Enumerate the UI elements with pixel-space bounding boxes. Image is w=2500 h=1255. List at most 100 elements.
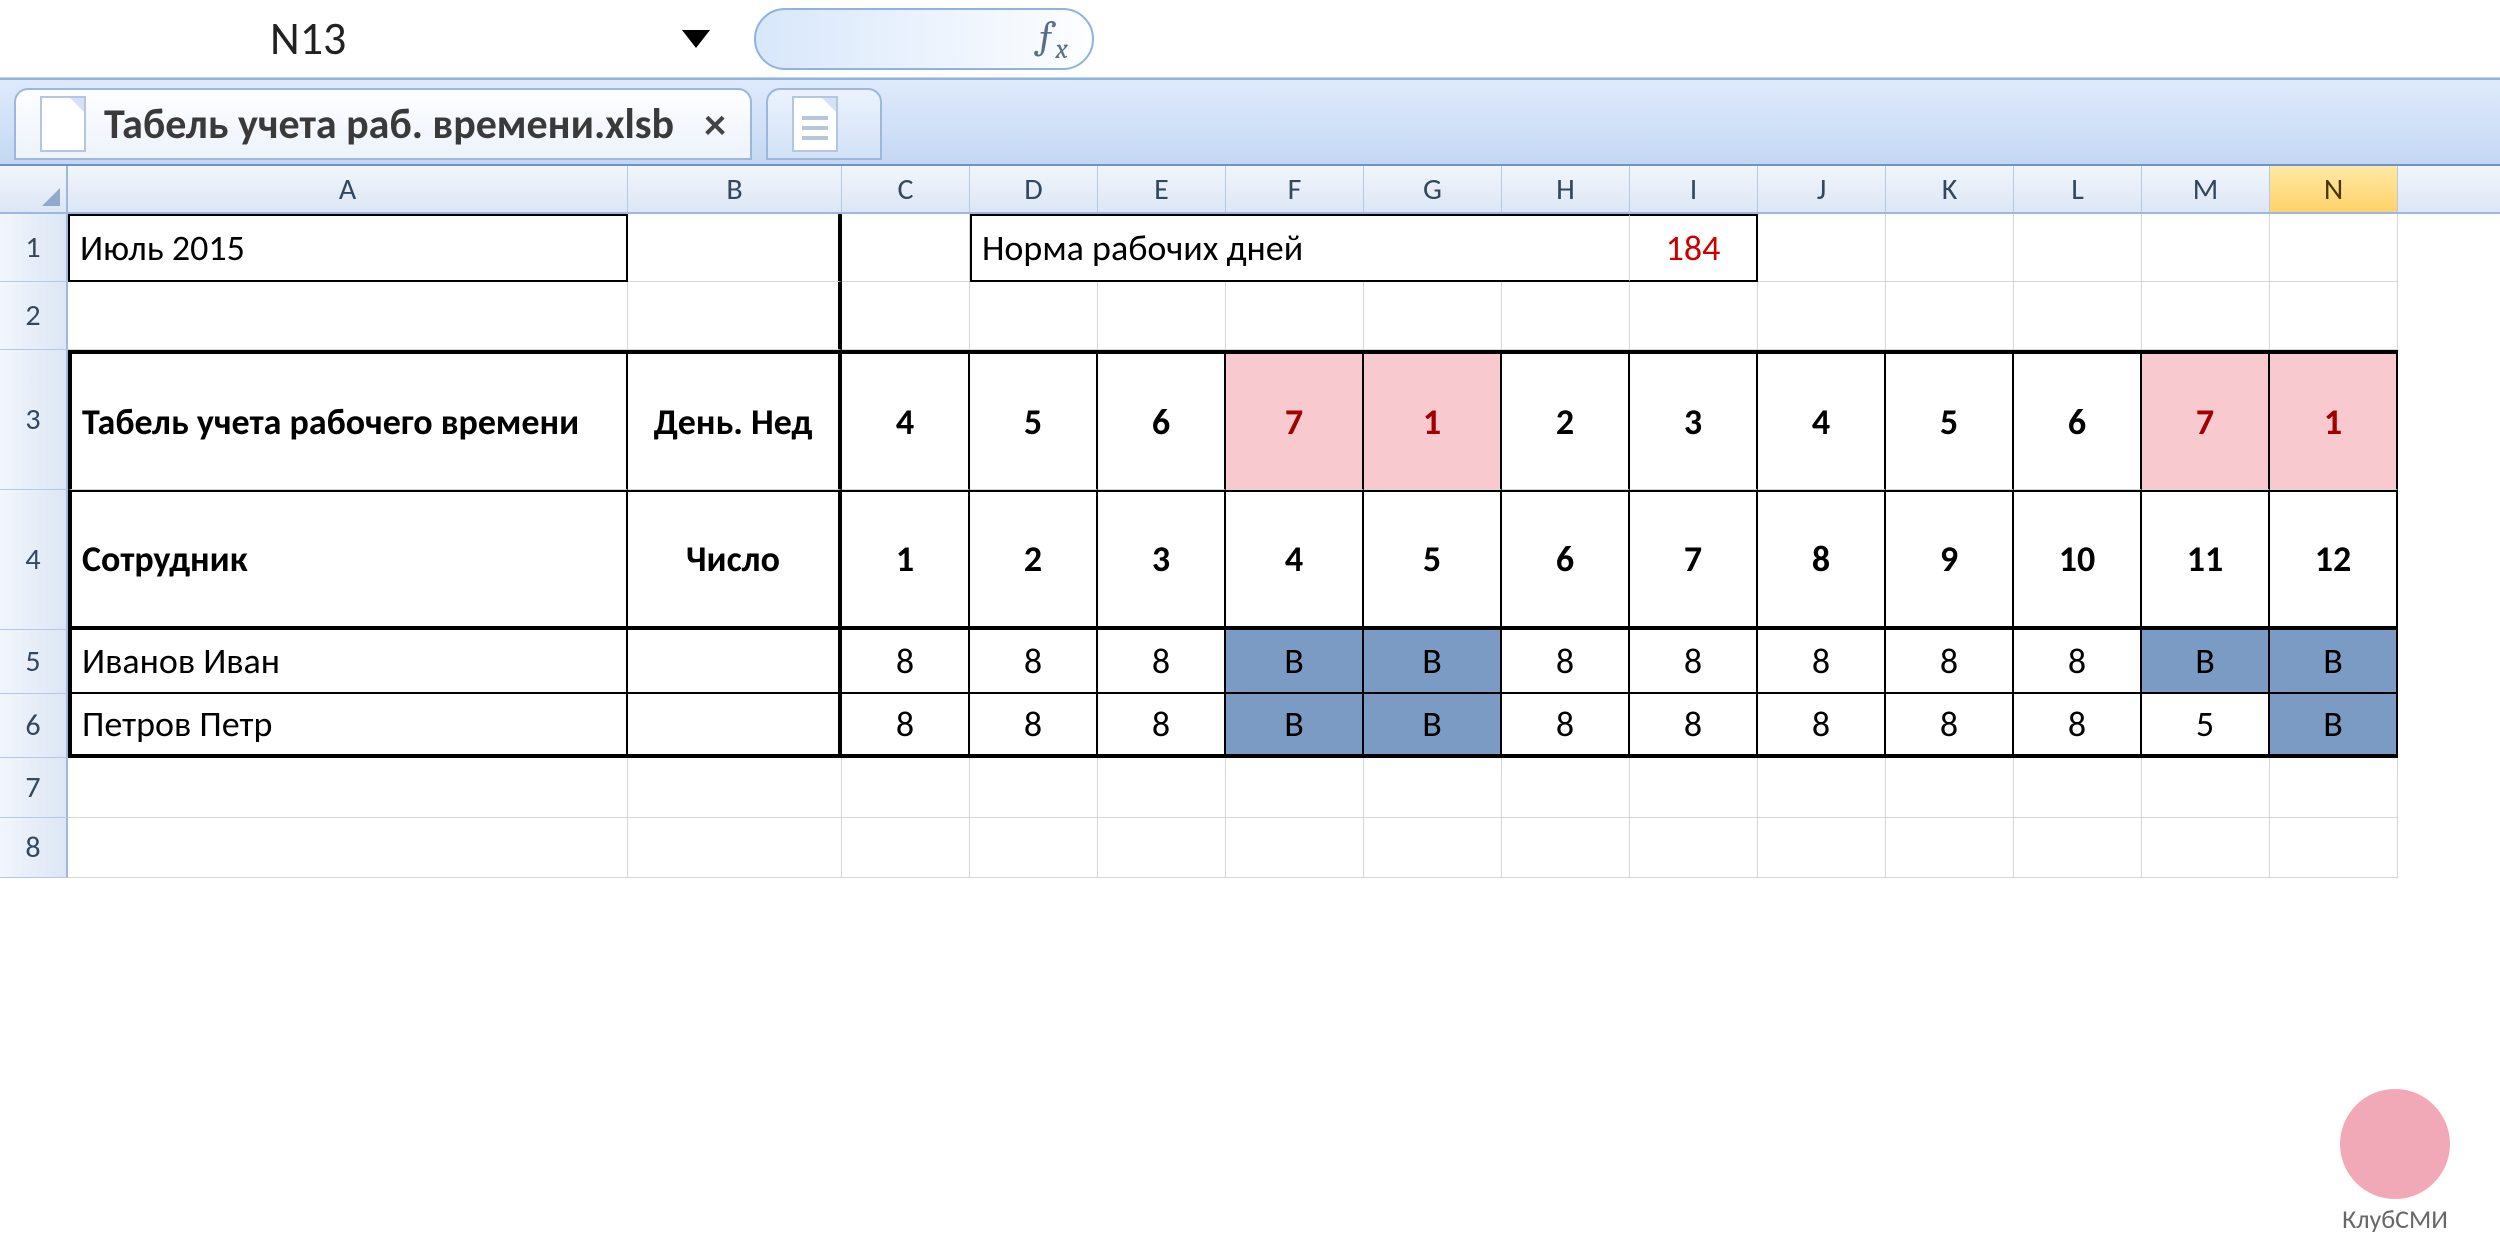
cell[interactable] [2014,818,2142,878]
cell[interactable]: 8 [1630,694,1758,758]
cell[interactable]: 7 [1226,350,1364,490]
cell[interactable]: В [1364,630,1502,694]
cell[interactable] [2014,214,2142,282]
cell[interactable] [1502,758,1630,818]
cell[interactable] [970,818,1098,878]
cell[interactable]: 3 [1630,350,1758,490]
cell[interactable]: 8 [1502,694,1630,758]
cell[interactable] [1630,818,1758,878]
cell[interactable] [970,282,1098,350]
cell[interactable]: 4 [1758,350,1886,490]
cell[interactable]: 1 [842,490,970,630]
cell[interactable]: 8 [1502,630,1630,694]
cell[interactable] [1630,282,1758,350]
cell[interactable] [842,282,970,350]
cell[interactable] [68,818,628,878]
cell[interactable] [2142,282,2270,350]
cell[interactable] [1098,818,1226,878]
cell[interactable]: Табель учета рабочего времени [68,350,628,490]
cell[interactable]: 5 [2142,694,2270,758]
row-header[interactable]: 4 [0,490,68,630]
document-tab-active[interactable]: Табель учета раб. времени.xlsb × [14,88,752,160]
cell[interactable]: 8 [1758,694,1886,758]
cell[interactable]: 8 [1758,490,1886,630]
cell[interactable] [1630,758,1758,818]
cell[interactable]: 2 [970,490,1098,630]
cell[interactable]: 4 [842,350,970,490]
cell[interactable]: 5 [1886,350,2014,490]
column-header-G[interactable]: G [1364,166,1502,212]
column-header-D[interactable]: D [970,166,1098,212]
cell[interactable] [1758,758,1886,818]
cell[interactable] [1758,214,1886,282]
cell[interactable]: 6 [2014,350,2142,490]
cell[interactable]: 5 [1364,490,1502,630]
spreadsheet-grid[interactable]: 1Июль 2015Норма рабочих дней18423Табель … [0,214,2500,878]
cell[interactable]: 8 [1098,630,1226,694]
cell[interactable]: 8 [1886,694,2014,758]
cell[interactable]: Сотрудник [68,490,628,630]
cell[interactable] [1226,282,1364,350]
row-header[interactable]: 5 [0,630,68,694]
cell[interactable] [842,214,970,282]
cell[interactable]: 8 [2014,694,2142,758]
cell[interactable]: Норма рабочих дней [970,214,1630,282]
cell[interactable]: 7 [2142,350,2270,490]
cell[interactable] [1098,282,1226,350]
column-header-L[interactable]: L [2014,166,2142,212]
cell[interactable] [68,758,628,818]
cell[interactable]: Число [628,490,842,630]
cell[interactable] [1364,282,1502,350]
cell[interactable] [2142,758,2270,818]
dropdown-icon[interactable] [682,30,710,48]
cell[interactable] [1886,214,2014,282]
cell[interactable] [2270,758,2398,818]
cell[interactable] [2014,758,2142,818]
column-header-B[interactable]: B [628,166,842,212]
cell[interactable] [970,758,1098,818]
select-all-corner[interactable] [0,166,68,212]
cell[interactable]: В [1226,694,1364,758]
column-header-E[interactable]: E [1098,166,1226,212]
cell[interactable] [1364,818,1502,878]
cell[interactable]: В [2270,630,2398,694]
new-document-tab[interactable] [766,88,882,160]
cell[interactable] [68,282,628,350]
cell[interactable] [2014,282,2142,350]
column-header-I[interactable]: I [1630,166,1758,212]
column-header-K[interactable]: K [1886,166,2014,212]
close-icon[interactable]: × [704,97,726,151]
cell[interactable] [628,214,842,282]
cell[interactable] [2142,214,2270,282]
cell[interactable]: 184 [1630,214,1758,282]
cell[interactable] [2142,818,2270,878]
cell[interactable]: В [2142,630,2270,694]
column-header-M[interactable]: M [2142,166,2270,212]
cell[interactable]: 8 [2014,630,2142,694]
cell[interactable] [1758,282,1886,350]
cell[interactable]: 6 [1502,490,1630,630]
cell[interactable]: 8 [842,630,970,694]
row-header[interactable]: 6 [0,694,68,758]
cell[interactable]: 1 [1364,350,1502,490]
cell[interactable] [2270,282,2398,350]
cell[interactable]: Июль 2015 [68,214,628,282]
fx-pill[interactable]: ƒx [754,8,1094,70]
cell[interactable] [1502,282,1630,350]
row-header[interactable]: 1 [0,214,68,282]
column-header-F[interactable]: F [1226,166,1364,212]
cell[interactable] [1364,758,1502,818]
cell[interactable]: 8 [1758,630,1886,694]
cell[interactable]: 11 [2142,490,2270,630]
cell[interactable] [628,818,842,878]
cell[interactable]: 5 [970,350,1098,490]
cell[interactable] [1758,818,1886,878]
cell[interactable]: 12 [2270,490,2398,630]
cell[interactable] [1886,818,2014,878]
cell[interactable] [1886,758,2014,818]
cell[interactable]: День. Нед [628,350,842,490]
cell[interactable]: 10 [2014,490,2142,630]
cell[interactable]: В [1364,694,1502,758]
cell[interactable] [2270,214,2398,282]
cell[interactable]: 8 [1630,630,1758,694]
